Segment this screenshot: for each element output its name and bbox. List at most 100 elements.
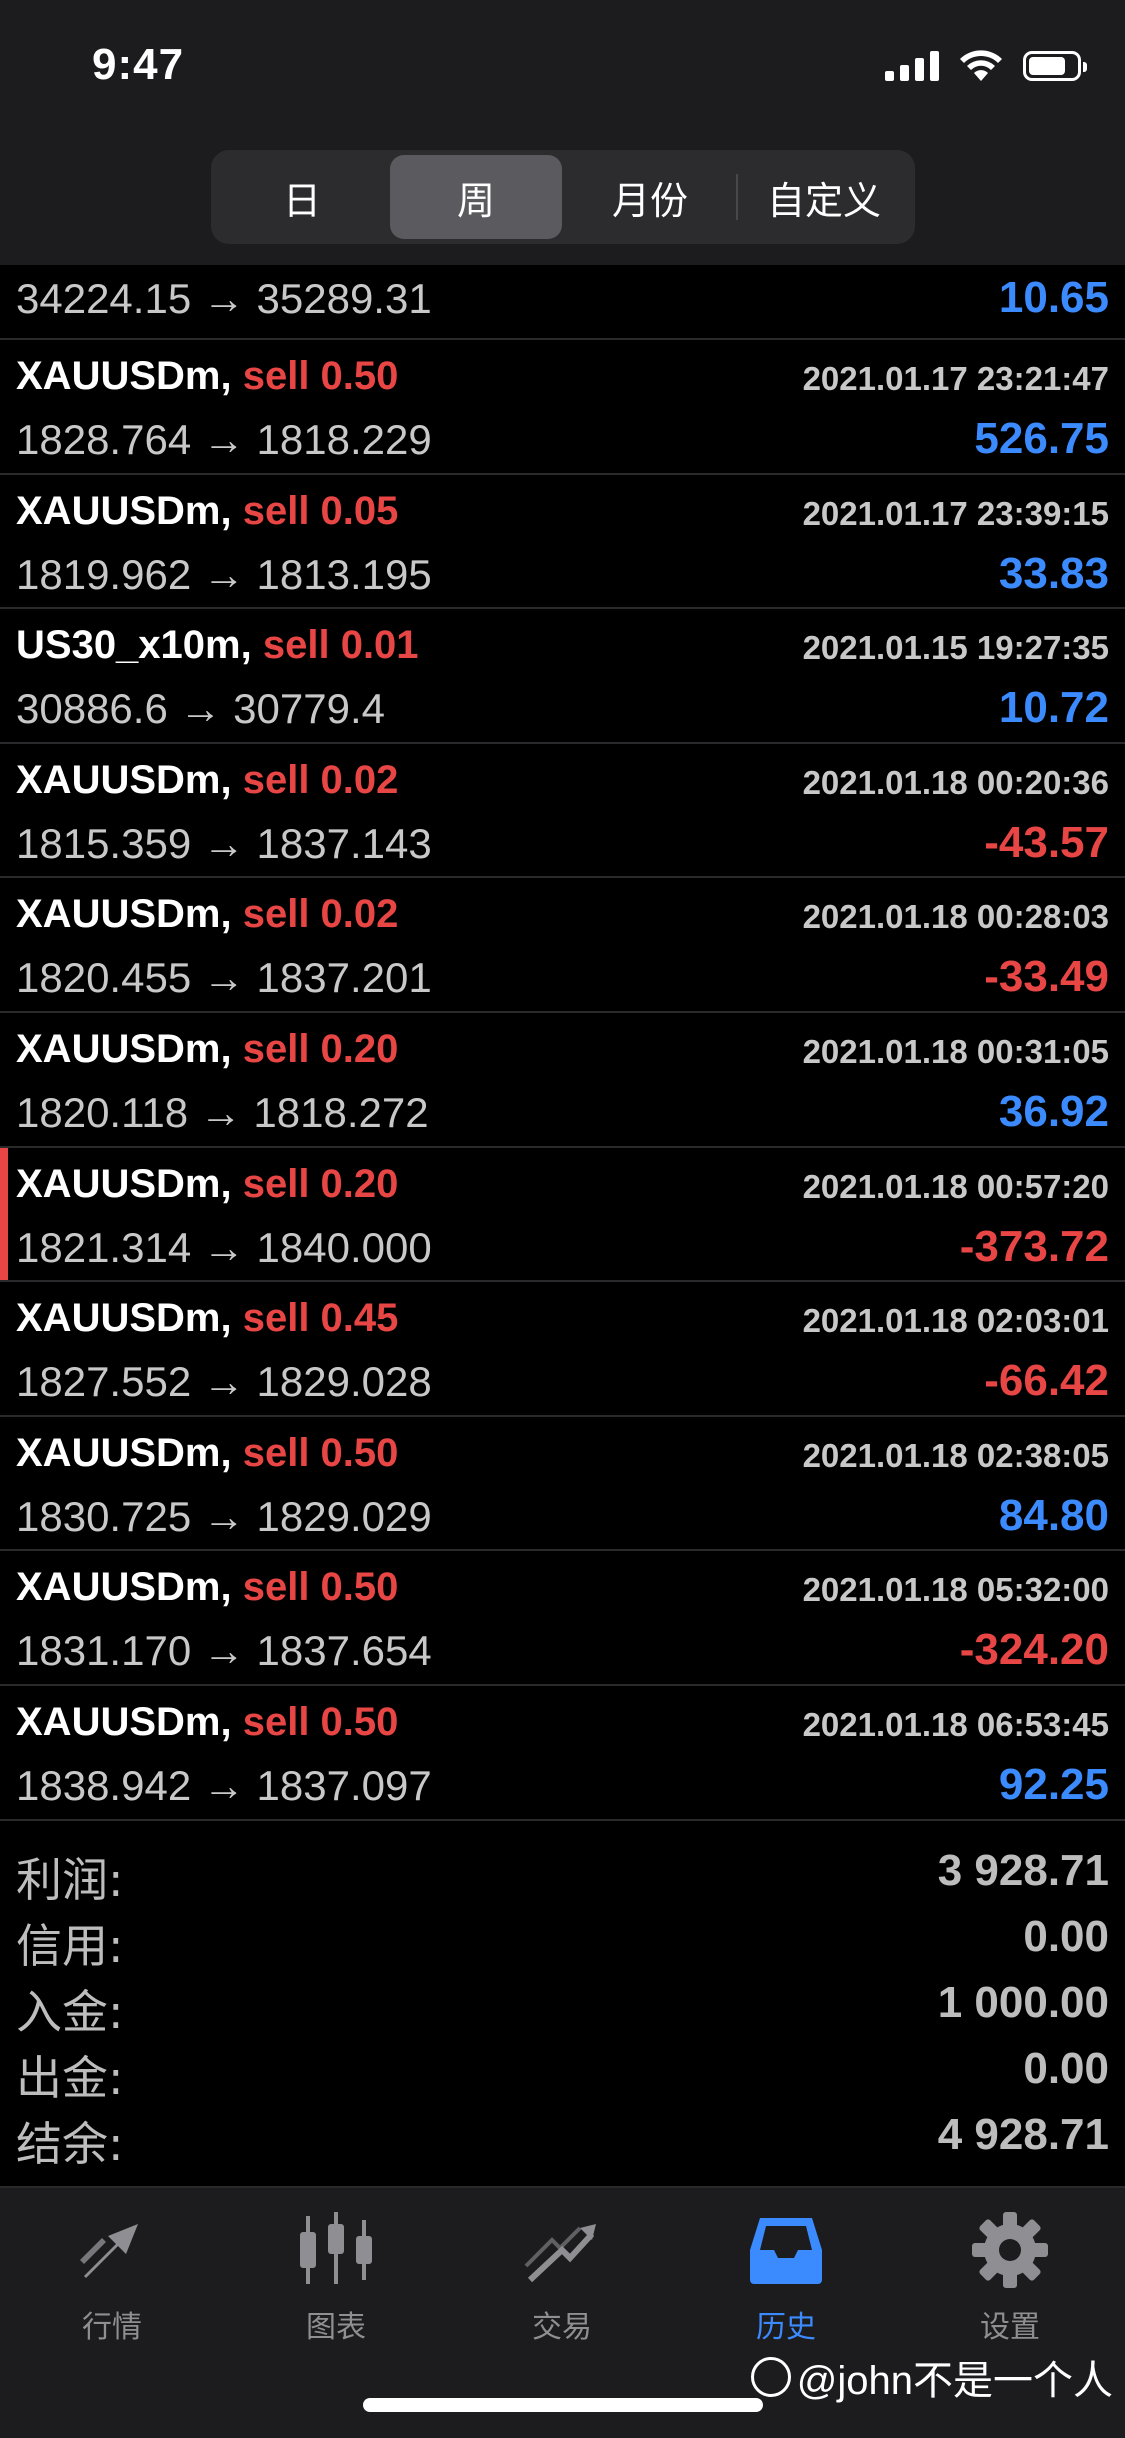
trade-title: XAUUSDm, sell 0.50	[16, 1565, 398, 1610]
trade-prices: 1820.118 → 1818.272	[16, 1088, 429, 1136]
trade-side: sell 0.45	[242, 1296, 399, 1341]
trade-symbol: XAUUSDm,	[16, 1565, 232, 1610]
summary-label: 信用:	[16, 1919, 124, 1973]
trade-row[interactable]: US30_x10m, sell 0.01 2021.01.15 19:27:35 3…	[0, 609, 1125, 744]
trade-side: sell 0.50	[242, 1565, 399, 1610]
trade-title: XAUUSDm, sell 0.45	[16, 1296, 398, 1341]
tab-month[interactable]: 月份	[564, 155, 736, 239]
trade-profit: -43.57	[984, 817, 1109, 867]
trade-profit: 92.25	[998, 1759, 1109, 1809]
trade-prices: 1827.552 → 1829.028	[16, 1358, 432, 1406]
settings-icon	[972, 2212, 1048, 2288]
trade-row[interactable]: XAUUSDm, sell 0.50 2021.01.18 05:32:00 183…	[0, 1551, 1125, 1686]
trade-side: sell 0.50	[242, 354, 399, 398]
trade-symbol: XAUUSDm,	[16, 1430, 232, 1475]
trade-title: XAUUSDm, sell 0.50	[16, 354, 398, 399]
trade-row[interactable]: 34224.15 → 35289.31 10.65	[0, 265, 1125, 340]
trade-profit: -33.49	[984, 952, 1109, 1002]
tab-day[interactable]: 日	[216, 155, 388, 239]
trade-symbol: XAUUSDm,	[16, 354, 232, 398]
trade-time: 2021.01.18 02:38:05	[802, 1436, 1109, 1474]
summary-label: 入金:	[16, 1985, 124, 2039]
toutiao-logo-icon	[750, 2357, 791, 2397]
status-icons	[885, 46, 1087, 86]
trade-title: XAUUSDm, sell 0.05	[16, 489, 398, 534]
battery-icon	[1023, 51, 1087, 81]
trade-profit: -324.20	[959, 1625, 1109, 1675]
period-segmented-control: 日 周 月份 自定义	[211, 150, 915, 244]
watermark-text: @john不是一个人	[796, 2359, 1113, 2403]
trade-title: XAUUSDm, sell 0.20	[16, 1027, 398, 1072]
tab-label: 行情	[82, 2311, 142, 2344]
trade-row[interactable]: XAUUSDm, sell 0.50 2021.01.18 02:38:05 183…	[0, 1417, 1125, 1552]
trade-prices: 1819.962 → 1813.195	[16, 550, 432, 598]
trade-symbol: XAUUSDm,	[16, 757, 232, 802]
trade-time: 2021.01.18 00:31:05	[802, 1032, 1109, 1070]
tab-label: 设置	[980, 2311, 1040, 2344]
trade-symbol: XAUUSDm,	[16, 1699, 232, 1744]
trade-time: 2021.01.18 00:57:20	[802, 1167, 1109, 1205]
trade-profit: 84.80	[998, 1490, 1109, 1540]
tab-quotes[interactable]: 行情	[32, 2210, 192, 2346]
trade-symbol: XAUUSDm,	[16, 1026, 232, 1071]
tab-history[interactable]: 历史	[706, 2210, 866, 2346]
summary-deposit-row: 入金: 1 000.00	[0, 1970, 1125, 2039]
tab-trade[interactable]: 交易	[482, 2210, 642, 2346]
trade-row[interactable]: XAUUSDm, sell 0.20 2021.01.18 00:57:20 182…	[0, 1147, 1125, 1283]
trade-symbol: XAUUSDm,	[16, 1161, 232, 1206]
trade-row[interactable]: XAUUSDm, sell 0.20 2021.01.18 00:31:05 182…	[0, 1013, 1125, 1148]
trade-history-list: 34224.15 → 35289.31 10.65 XAUUSDm, sell …	[0, 265, 1125, 1821]
trade-profit: 10.72	[998, 683, 1109, 733]
summary-profit-row: 利润: 3 928.71	[0, 1838, 1125, 1907]
status-time: 9:47	[92, 40, 185, 89]
trade-side: sell 0.50	[242, 1430, 399, 1475]
top-bar: 9:47 日 周 月份 自定义	[0, 0, 1125, 265]
trade-title: XAUUSDm, sell 0.50	[16, 1700, 398, 1745]
trade-profit: 36.92	[998, 1086, 1109, 1136]
tab-custom[interactable]: 自定义	[738, 155, 910, 239]
trade-side: sell 0.02	[242, 892, 399, 937]
tab-chart[interactable]: 图表	[256, 2210, 416, 2346]
trade-row[interactable]: XAUUSDm, sell 0.05 2021.01.17 23:39:15 181…	[0, 475, 1125, 610]
summary-section: 利润: 3 928.71 信用: 0.00 入金: 1 000.00 出金: 0…	[0, 1838, 1125, 2171]
home-indicator	[363, 2398, 763, 2412]
trade-row[interactable]: XAUUSDm, sell 0.50 2021.01.18 06:53:45 183…	[0, 1686, 1125, 1821]
trade-row[interactable]: XAUUSDm, sell 0.45 2021.01.18 02:03:01 182…	[0, 1282, 1125, 1417]
trade-time: 2021.01.18 00:20:36	[802, 763, 1109, 801]
trade-row[interactable]: XAUUSDm, sell 0.50 2021.01.17 23:21:47 182…	[0, 340, 1125, 475]
summary-value: 3 928.71	[937, 1846, 1109, 1895]
summary-credit-row: 信用: 0.00	[0, 1904, 1125, 1973]
selected-marker	[0, 1147, 8, 1281]
summary-label: 利润:	[16, 1853, 124, 1907]
trade-symbol: US30_x10m,	[16, 623, 252, 668]
summary-balance-row: 结余: 4 928.71	[0, 2102, 1125, 2171]
summary-value: 4 928.71	[937, 2110, 1109, 2159]
tab-label: 图表	[306, 2311, 366, 2344]
trade-profit: 526.75	[974, 414, 1109, 463]
trade-time: 2021.01.18 02:03:01	[802, 1302, 1109, 1340]
trade-symbol: XAUUSDm,	[16, 892, 232, 937]
trade-side: sell 0.02	[242, 757, 399, 802]
chart-icon	[300, 2212, 372, 2284]
trade-row[interactable]: XAUUSDm, sell 0.02 2021.01.18 00:28:03 182…	[0, 878, 1125, 1013]
trade-time: 2021.01.18 06:53:45	[802, 1705, 1109, 1743]
tab-week[interactable]: 周	[390, 155, 562, 239]
trade-side: sell 0.20	[242, 1026, 399, 1071]
wifi-icon	[960, 50, 1002, 81]
trade-profit: 10.65	[998, 273, 1109, 322]
trade-title: XAUUSDm, sell 0.50	[16, 1431, 398, 1476]
trade-time: 2021.01.17 23:39:15	[802, 494, 1109, 532]
cellular-signal-icon	[885, 51, 939, 81]
trade-row[interactable]: XAUUSDm, sell 0.02 2021.01.18 00:20:36 181…	[0, 744, 1125, 879]
summary-value: 0.00	[1023, 1912, 1109, 1961]
trade-side: sell 0.50	[242, 1699, 399, 1744]
summary-label: 结余:	[16, 2117, 124, 2171]
trade-prices: 34224.15 → 35289.31	[16, 275, 432, 322]
trade-side: sell 0.05	[242, 488, 399, 533]
trade-time: 2021.01.15 19:27:35	[802, 629, 1109, 667]
trade-profit: -66.42	[984, 1356, 1109, 1406]
trade-title: US30_x10m, sell 0.01	[16, 623, 419, 668]
tab-settings[interactable]: 设置	[930, 2210, 1090, 2346]
trade-symbol: XAUUSDm,	[16, 488, 232, 533]
quotes-icon	[80, 2224, 138, 2278]
